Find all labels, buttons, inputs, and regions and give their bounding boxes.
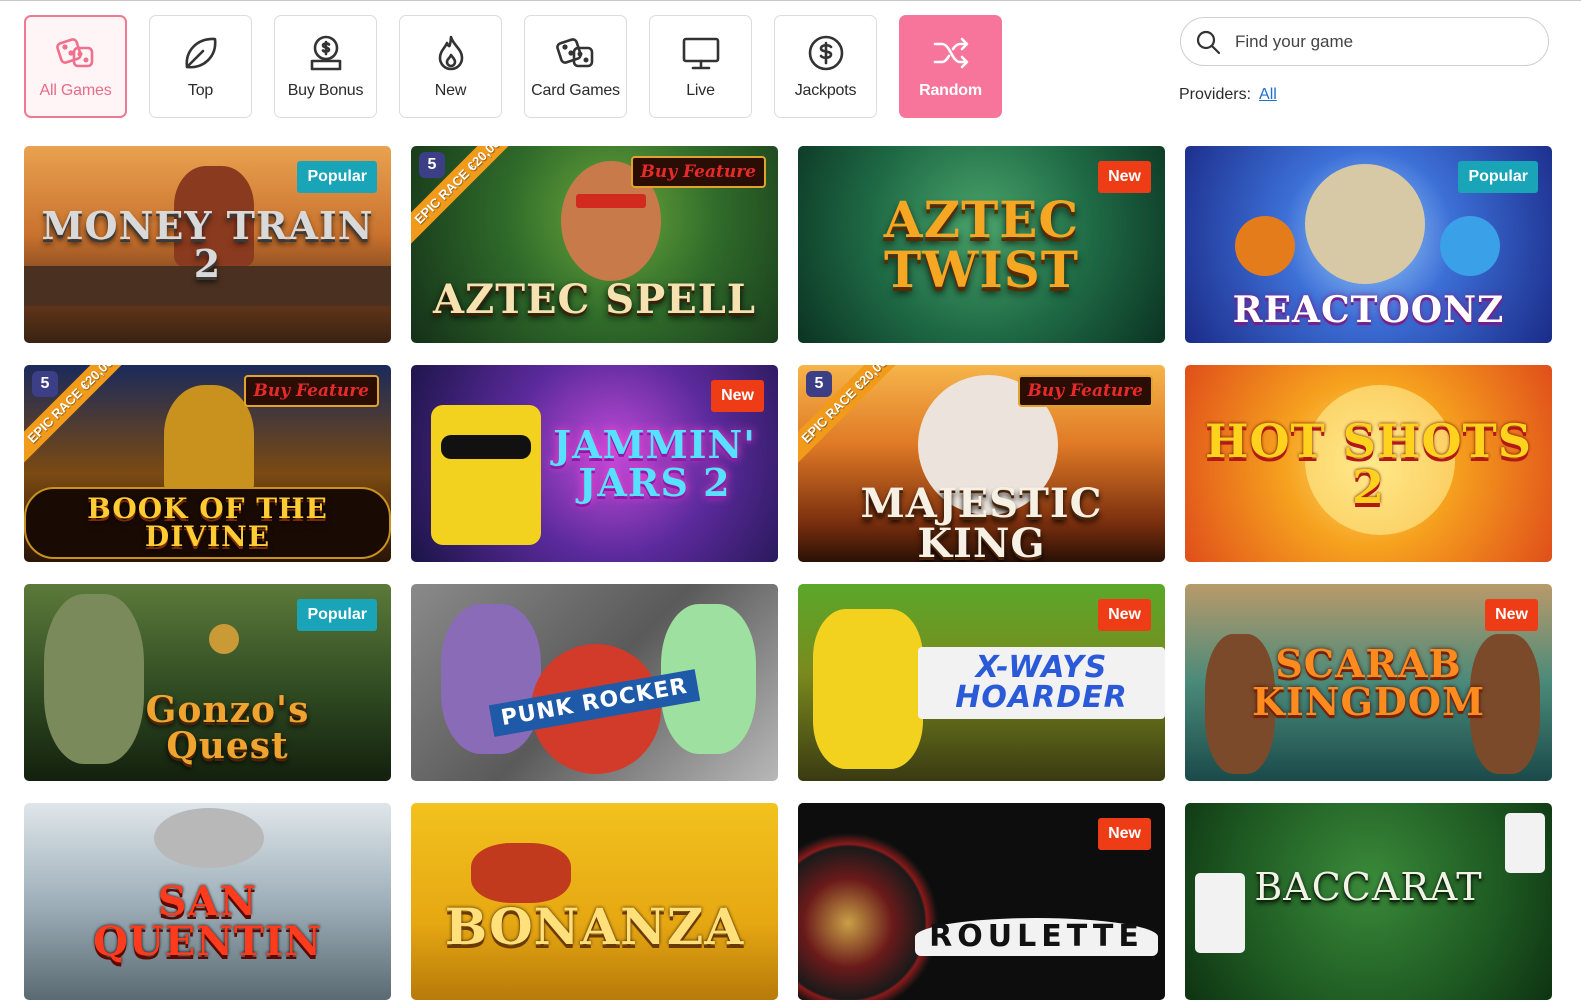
status-badge: New: [711, 380, 764, 412]
tab-live[interactable]: Live: [649, 15, 752, 118]
game-title: X-Ways Hoarder: [918, 646, 1165, 719]
tab-label: Top: [187, 82, 214, 99]
tab-random[interactable]: Random: [899, 15, 1002, 118]
status-badge: Popular: [297, 599, 377, 631]
status-badge: Popular: [1458, 161, 1538, 193]
game-title: Roulette: [915, 917, 1158, 956]
game-card-aztec-spell[interactable]: 5 EPIC RACE €20,000 Buy Feature Aztec Sp…: [411, 146, 778, 343]
provider-badge: 5: [419, 152, 445, 178]
flame-icon: [438, 35, 463, 71]
game-card-punk-rocker[interactable]: Punk Rocker: [411, 584, 778, 781]
search-icon: [1196, 30, 1221, 54]
tab-card-games[interactable]: Card Games: [524, 15, 627, 118]
game-card-roulette[interactable]: Roulette New: [798, 803, 1165, 1000]
game-card-scarab-kingdom[interactable]: Scarab Kingdom New: [1185, 584, 1552, 781]
providers-filter: Providers: All: [1179, 86, 1277, 104]
game-card-baccarat[interactable]: Baccarat: [1185, 803, 1552, 1000]
game-card-gonzos-quest[interactable]: Gonzo's Quest Popular: [24, 584, 391, 781]
status-badge: New: [1098, 818, 1151, 850]
tab-new[interactable]: New: [399, 15, 502, 118]
money-bag-icon: [310, 35, 341, 71]
game-card-money-train-2[interactable]: Money Train 2 Popular: [24, 146, 391, 343]
tab-label: New: [434, 82, 467, 99]
cards-icon: [555, 38, 593, 68]
tab-jackpots[interactable]: Jackpots: [774, 15, 877, 118]
game-card-aztec-twist[interactable]: Aztec Twist New: [798, 146, 1165, 343]
game-title: Jammin' Jars 2: [553, 421, 756, 505]
game-card-reactoonz[interactable]: Reactoonz Popular: [1185, 146, 1552, 343]
status-badge: New: [1098, 161, 1151, 193]
status-badge: Popular: [297, 161, 377, 193]
dollar-coin-icon: [808, 35, 843, 71]
shuffle-icon: [933, 37, 968, 69]
category-tabs: All Games Top Buy Bonus New Card Games L…: [24, 15, 1002, 118]
game-card-bonanza[interactable]: Bonanza: [411, 803, 778, 1000]
game-card-jammin-jars-2[interactable]: Jammin' Jars 2 New: [411, 365, 778, 562]
tab-top[interactable]: Top: [149, 15, 252, 118]
game-card-book-of-the-divine[interactable]: 5 EPIC RACE €20,000 Buy Feature Book of …: [24, 365, 391, 562]
tab-buy-bonus[interactable]: Buy Bonus: [274, 15, 377, 118]
search-box[interactable]: [1180, 17, 1549, 66]
provider-badge: 5: [806, 371, 832, 397]
buy-feature-badge: Buy Feature: [630, 156, 766, 188]
game-title: Reactoonz: [1232, 288, 1505, 331]
game-card-x-ways-hoarder[interactable]: X-Ways Hoarder New: [798, 584, 1165, 781]
game-title: Bonanza: [444, 896, 745, 956]
game-title: San Quentin: [93, 877, 322, 965]
game-title: Money Train 2: [41, 202, 374, 286]
providers-all-link[interactable]: All: [1259, 86, 1277, 103]
leaf-icon: [185, 37, 216, 69]
game-card-san-quentin[interactable]: San Quentin: [24, 803, 391, 1000]
tab-label: Buy Bonus: [287, 82, 364, 99]
buy-feature-badge: Buy Feature: [243, 375, 379, 407]
providers-label: Providers:: [1179, 86, 1252, 103]
tab-label: Live: [686, 82, 715, 99]
game-title: Aztec Spell: [433, 275, 756, 323]
tab-label: Jackpots: [794, 82, 857, 99]
game-title: Aztec Twist: [883, 189, 1080, 299]
game-card-majestic-king[interactable]: 5 EPIC RACE €20,000 Buy Feature Majestic…: [798, 365, 1165, 562]
dice-icon: [55, 38, 93, 68]
game-title: Majestic King: [860, 479, 1103, 562]
game-card-hot-shots-2[interactable]: Hot Shots 2: [1185, 365, 1552, 562]
game-grid: Money Train 2 Popular 5 EPIC RACE €20,00…: [24, 146, 1552, 1000]
search-input[interactable]: [1233, 30, 1527, 53]
tab-label: Random: [919, 82, 982, 99]
tab-all-games[interactable]: All Games: [24, 15, 127, 118]
status-badge: New: [1485, 599, 1538, 631]
tab-label: All Games: [39, 82, 112, 99]
provider-badge: 5: [32, 371, 58, 397]
game-title: Scarab Kingdom: [1251, 640, 1486, 724]
game-title: Hot Shots 2: [1205, 413, 1532, 514]
game-title: Baccarat: [1254, 864, 1483, 909]
game-title: Book of the Divine: [24, 486, 391, 559]
buy-feature-badge: Buy Feature: [1017, 375, 1153, 407]
monitor-icon: [682, 37, 719, 70]
tab-label: Card Games: [531, 82, 620, 99]
game-title: Gonzo's Quest: [145, 688, 310, 767]
status-badge: New: [1098, 599, 1151, 631]
